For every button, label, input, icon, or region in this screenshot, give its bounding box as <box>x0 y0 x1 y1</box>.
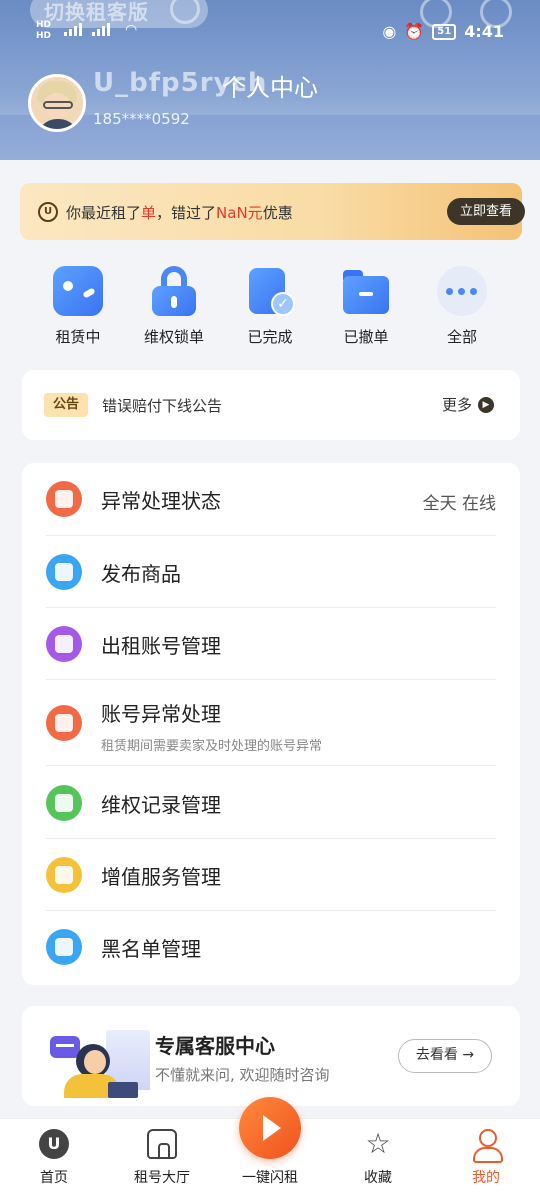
menu-value-service[interactable]: 增值服务管理 <box>22 839 520 911</box>
alarm-clock-icon <box>46 705 82 741</box>
menu-rent-account[interactable]: 出租账号管理 <box>22 608 520 680</box>
lock-icon <box>149 266 199 316</box>
exception-status-icon <box>46 481 82 517</box>
customer-service-illustration <box>46 1020 150 1098</box>
value-service-icon <box>46 857 82 893</box>
order-shortcuts: 租赁中 维权锁单 ✓ 已完成 已撤单 全部 <box>20 266 522 356</box>
rent-account-icon <box>46 626 82 662</box>
order-cancelled[interactable]: 已撤单 <box>326 266 406 347</box>
more-link[interactable]: 更多 ▶ <box>442 394 495 415</box>
network-indicator: HD HD <box>36 20 52 41</box>
menu-exception-status[interactable]: 异常处理状态 全天 在线 <box>22 463 520 536</box>
order-completed[interactable]: ✓ 已完成 <box>230 266 310 347</box>
promo-banner[interactable]: U 你最近租了单，错过了NaN元优惠 立即查看 <box>20 183 525 240</box>
announcement-bar[interactable]: 公告 错误赔付下线公告 更多 ▶ <box>22 370 520 440</box>
menu-publish-goods[interactable]: 发布商品 <box>22 536 520 608</box>
view-now-button[interactable]: 立即查看 <box>447 198 525 225</box>
order-renting[interactable]: 租赁中 <box>38 266 118 347</box>
blacklist-users-icon <box>46 929 82 965</box>
promo-text: 你最近租了单，错过了NaN元优惠 <box>66 204 293 222</box>
me-icon <box>471 1129 503 1163</box>
home-u-icon: U <box>39 1129 69 1159</box>
menu-dispute-records[interactable]: 维权记录管理 <box>22 766 520 839</box>
order-all[interactable]: 全部 <box>422 266 502 347</box>
play-arrow-icon: ▶ <box>478 396 495 413</box>
page-title: 个人中心 <box>222 74 318 102</box>
service-title: 专属客服中心 <box>155 1034 275 1058</box>
menu-subtitle: 租赁期间需要卖家及时处理的账号异常 <box>101 739 323 754</box>
eye-icon: ◉ <box>382 22 397 41</box>
phone-number: 185****0592 <box>93 110 190 128</box>
avatar[interactable] <box>28 74 86 132</box>
online-status: 全天 在线 <box>422 494 496 514</box>
wifi-icon: ◠ <box>125 22 138 38</box>
clock-time: 4:41 <box>464 22 504 41</box>
record-list-icon <box>46 785 82 821</box>
go-see-button[interactable]: 去看看 → <box>398 1039 492 1073</box>
publish-grid-icon <box>46 554 82 590</box>
more-dots-icon <box>437 266 487 316</box>
menu-blacklist[interactable]: 黑名单管理 <box>22 911 520 983</box>
announcement-text[interactable]: 错误赔付下线公告 <box>102 395 222 416</box>
service-subtitle: 不懂就来问, 欢迎随时咨询 <box>155 1066 330 1084</box>
tab-me[interactable]: 我的 <box>441 1129 531 1187</box>
battery-icon: 51 <box>432 23 457 40</box>
alarm-icon: ⏰ <box>404 22 425 41</box>
coupon-icon: U <box>38 202 58 222</box>
hall-icon <box>147 1129 177 1159</box>
order-dispute-lock[interactable]: 维权锁单 <box>134 266 214 347</box>
flash-rent-label: 一键闪租 <box>242 1170 298 1186</box>
status-bar: HD HD ◠ ◉ ⏰ 51 4:41 <box>0 18 540 48</box>
seller-menu: 异常处理状态 全天 在线 发布商品 出租账号管理 账号异常处理 租赁期间需要卖家… <box>22 463 520 985</box>
signal-icon <box>64 23 110 36</box>
profile-header: 切换租客版 HD HD ◠ ◉ ⏰ 51 4:41 U_bfp5rych 个人中心… <box>0 0 540 160</box>
star-icon: ☆ <box>365 1127 391 1160</box>
tab-favorites[interactable]: ☆ 收藏 <box>333 1129 423 1187</box>
completed-doc-icon: ✓ <box>245 266 295 316</box>
flash-rent-button[interactable] <box>239 1097 301 1159</box>
customer-service-card[interactable]: 专属客服中心 不懂就来问, 欢迎随时咨询 去看看 → <box>22 1006 520 1106</box>
folder-icon <box>341 266 391 316</box>
header-band <box>0 115 540 160</box>
announcement-tag: 公告 <box>44 393 88 417</box>
gamepad-icon <box>53 266 103 316</box>
tab-rent-hall[interactable]: 租号大厅 <box>117 1129 207 1187</box>
tab-home[interactable]: U 首页 <box>9 1129 99 1187</box>
menu-account-exception[interactable]: 账号异常处理 租赁期间需要卖家及时处理的账号异常 <box>22 680 520 766</box>
